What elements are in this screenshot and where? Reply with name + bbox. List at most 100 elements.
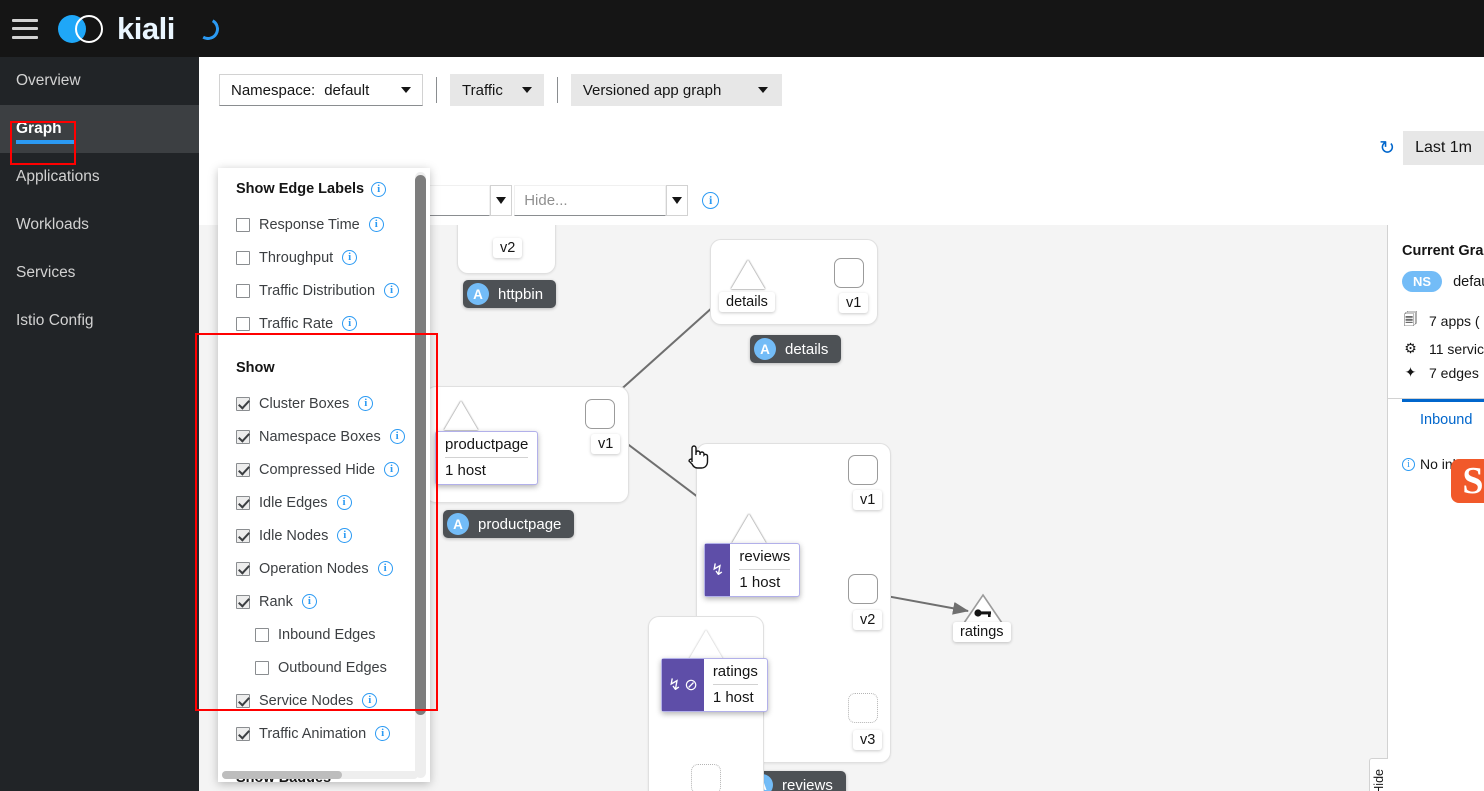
hide-input[interactable] [514,184,667,216]
checkbox[interactable] [236,396,250,411]
checkbox[interactable] [255,627,269,642]
hide-tab-label: Hide [1372,768,1386,791]
checkbox[interactable] [236,495,250,510]
panel-scrollbar-thumb[interactable] [415,175,426,715]
option-namespace-boxes[interactable]: Namespace Boxes i [236,420,430,453]
checkbox[interactable] [236,429,250,444]
info-icon[interactable]: i [301,594,317,609]
app-badge-productpage[interactable]: A productpage [443,510,575,538]
graph-type-dropdown[interactable]: Versioned app graph [570,74,783,106]
loading-spinner [194,15,222,42]
info-icon[interactable]: i [384,462,400,477]
option-idle-nodes[interactable]: Idle Nodes i [236,519,430,552]
sidebar-item-label: Workloads [16,216,89,233]
node-service-reviews[interactable] [732,514,766,543]
node-workload-details-v1[interactable] [834,258,864,288]
option-label: Cluster Boxes [259,395,350,412]
node-workload-reviews-v1[interactable] [848,455,878,485]
info-icon[interactable]: i [377,561,393,576]
namespace-selector[interactable]: Namespace: default [219,74,423,106]
node-workload-reviews-v2[interactable] [848,574,878,604]
checkbox[interactable] [236,283,250,298]
node-workload-productpage-v1[interactable] [585,399,615,429]
tooltip-ratings[interactable]: ↯ ⊘ ratings 1 host [661,658,768,712]
info-icon[interactable]: i [336,495,352,510]
chevron-down-icon [401,87,411,93]
info-icon[interactable]: i [362,693,378,708]
option-traffic-distribution[interactable]: Traffic Distribution i [236,274,430,307]
option-label: Service Nodes [259,692,354,709]
sidebar-item-overview[interactable]: Overview [0,57,199,105]
node-service-ratings-idle[interactable] [689,630,723,659]
app-badge-httpbin[interactable]: A httpbin [463,280,557,308]
traffic-dropdown[interactable]: Traffic [450,74,544,106]
node-workload-ratings-v1[interactable] [691,764,721,791]
info-icon[interactable]: i [342,316,358,331]
checkbox[interactable] [236,528,250,543]
checkbox[interactable] [236,250,250,265]
sidebar-item-services[interactable]: Services [0,249,199,297]
node-service-details[interactable] [731,260,765,289]
summary-stats: 🗐 7 apps ( ⚙ 11 service ✦ 7 edges [1402,309,1484,381]
tooltip-reviews[interactable]: ↯ reviews 1 host [704,543,801,597]
app-badge-details[interactable]: A details [750,335,842,363]
tooltip-body: productpage 1 host [436,432,537,484]
panel-hscrollbar-thumb[interactable] [222,771,342,779]
node-service-productpage[interactable] [444,401,478,430]
display-options-panel[interactable]: Show Edge Labels i Response Time i Throu… [218,168,430,782]
sidebar-item-workloads[interactable]: Workloads [0,201,199,249]
option-idle-edges[interactable]: Idle Edges i [236,486,430,519]
checkbox[interactable] [255,660,269,675]
group-label: Show [236,360,275,376]
info-icon[interactable]: i [371,181,387,197]
group-label: Show Edge Labels [236,181,365,197]
find-dropdown-toggle[interactable] [490,184,513,216]
option-cluster-boxes[interactable]: Cluster Boxes i [236,387,430,420]
option-response-time[interactable]: Response Time i [236,208,430,241]
info-icon[interactable]: i [368,217,384,232]
checkbox[interactable] [236,561,250,576]
checkbox[interactable] [236,726,250,741]
sidebar-item-graph[interactable]: Graph [0,105,199,153]
info-icon[interactable]: i [375,726,391,741]
option-operation-nodes[interactable]: Operation Nodes i [236,552,430,585]
checkbox[interactable] [236,462,250,477]
option-compressed-hide[interactable]: Compressed Hide i [236,453,430,486]
info-icon[interactable]: i [342,250,358,265]
kiali-logo-icon [58,11,116,47]
checkbox[interactable] [236,217,250,232]
checkbox[interactable] [236,594,250,609]
option-label: Inbound Edges [278,626,376,643]
node-label-details-v1: v1 [839,293,869,313]
hamburger-icon[interactable] [12,18,38,39]
node-service-ratings[interactable] [962,593,1004,625]
option-service-nodes[interactable]: Service Nodes i [236,684,430,717]
namespace-badge: NS [1402,271,1443,292]
route-icon: ↯ [711,562,725,579]
brand-logo[interactable]: kiali [58,11,175,47]
info-icon[interactable]: i [389,429,405,444]
stat-services: ⚙ 11 service [1402,340,1484,357]
find-hide-help-icon[interactable]: i [702,191,720,209]
sidebar-item-applications[interactable]: Applications [0,153,199,201]
option-outbound-edges[interactable]: Outbound Edges [236,651,430,684]
history-icon[interactable]: ↻ [1379,139,1395,158]
time-range-dropdown[interactable]: Last 1m [1403,131,1484,165]
sidebar-item-istio-config[interactable]: Istio Config [0,297,199,345]
checkbox[interactable] [236,693,250,708]
option-traffic-animation[interactable]: Traffic Animation i [236,717,430,750]
checkbox[interactable] [236,316,250,331]
info-icon[interactable]: i [384,283,400,298]
option-traffic-rate[interactable]: Traffic Rate i [236,307,430,340]
option-rank[interactable]: Rank i [236,585,430,618]
tooltip-productpage[interactable]: productpage 1 host [435,431,539,485]
hide-dropdown-toggle[interactable] [666,184,689,216]
panel-hide-toggle[interactable]: Hide » [1369,758,1388,791]
option-throughput[interactable]: Throughput i [236,241,430,274]
option-label: Response Time [259,216,360,233]
tab-inbound[interactable]: Inbound [1420,402,1484,438]
node-workload-reviews-v3[interactable] [848,693,878,723]
info-icon[interactable]: i [337,528,353,543]
info-icon[interactable]: i [358,396,374,411]
option-inbound-edges[interactable]: Inbound Edges [236,618,430,651]
